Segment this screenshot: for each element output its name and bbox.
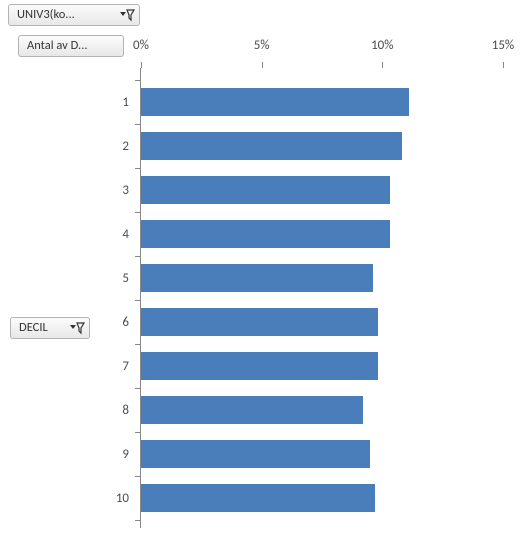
field-button-antal-av-d[interactable]: Antal av D... (18, 35, 124, 57)
bar-row: 2 (141, 132, 503, 160)
bar-row: 3 (141, 176, 503, 204)
x-axis-tick-label: 15% (492, 38, 514, 53)
bar (141, 132, 402, 160)
category-label: 8 (122, 396, 129, 424)
y-axis-tick (135, 388, 141, 389)
y-axis-tick (135, 432, 141, 433)
y-axis-tick (135, 520, 141, 521)
y-axis-tick (135, 168, 141, 169)
x-axis-tick-label: 0% (133, 38, 149, 53)
category-label: 4 (122, 220, 129, 248)
category-label: 6 (122, 308, 129, 336)
bar-row: 6 (141, 308, 503, 336)
category-label: 5 (122, 264, 129, 292)
field-button-decil[interactable]: DECIL (10, 317, 90, 339)
category-label: 1 (122, 88, 129, 116)
field-button-label: UNIV3(ko... (17, 7, 75, 22)
bar (141, 352, 378, 380)
y-axis-tick (135, 476, 141, 477)
x-axis-tick (503, 62, 504, 68)
dropdown-filter-icon (119, 7, 135, 23)
category-label: 10 (116, 484, 129, 512)
field-button-label: Antal av D... (27, 38, 88, 53)
x-axis-tick-label: 5% (254, 38, 270, 53)
category-label: 3 (122, 176, 129, 204)
field-button-univ3[interactable]: UNIV3(ko... (8, 4, 140, 26)
x-axis-tick (262, 62, 263, 68)
field-button-label: DECIL (19, 320, 48, 335)
y-axis-tick (135, 212, 141, 213)
bar-row: 8 (141, 396, 503, 424)
bar (141, 308, 378, 336)
bar-row: 1 (141, 88, 503, 116)
bar-row: 9 (141, 440, 503, 468)
category-label: 2 (122, 132, 129, 160)
bar (141, 220, 390, 248)
bar (141, 440, 370, 468)
bar (141, 176, 390, 204)
bar-row: 4 (141, 220, 503, 248)
x-axis-tick-label: 10% (371, 38, 393, 53)
chart-plot-area: 0%5%10%15%12345678910 (140, 68, 503, 528)
y-axis-tick (135, 124, 141, 125)
x-axis-tick (141, 62, 142, 68)
bar (141, 88, 409, 116)
dropdown-filter-icon (69, 320, 85, 336)
y-axis-tick (135, 344, 141, 345)
x-axis-tick (382, 62, 383, 68)
y-axis-tick (135, 80, 141, 81)
category-label: 9 (122, 440, 129, 468)
bar-row: 5 (141, 264, 503, 292)
y-axis-tick (135, 300, 141, 301)
bar (141, 264, 373, 292)
bar-row: 10 (141, 484, 503, 512)
y-axis-tick (135, 256, 141, 257)
bar-row: 7 (141, 352, 503, 380)
bar (141, 484, 375, 512)
category-label: 7 (122, 352, 129, 380)
bar (141, 396, 363, 424)
